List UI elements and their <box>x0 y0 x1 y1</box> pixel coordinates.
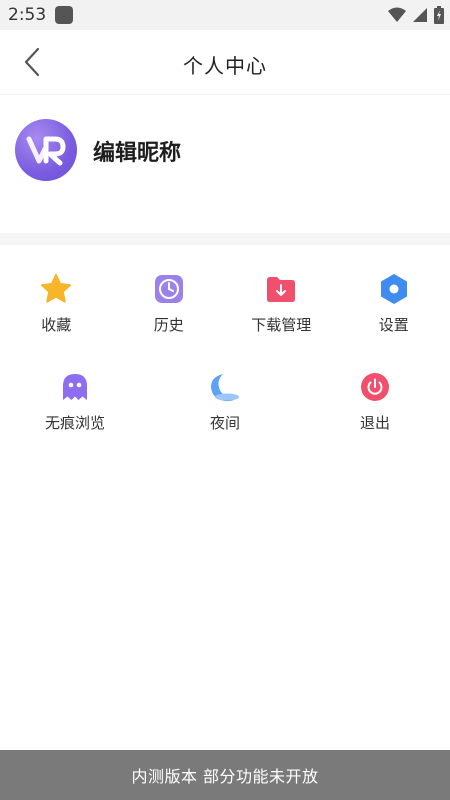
menu-item-settings[interactable]: 设置 <box>338 272 450 335</box>
power-icon <box>358 370 392 404</box>
menu-label: 无痕浏览 <box>44 414 105 432</box>
status-time: 2:53 <box>8 5 47 25</box>
page-title: 个人中心 <box>183 54 267 78</box>
moon-icon <box>208 370 242 404</box>
notification-app-icon <box>55 6 73 24</box>
edit-nickname[interactable]: 编辑昵称 <box>93 135 181 167</box>
menu-item-incognito[interactable]: 无痕浏览 <box>0 370 150 433</box>
menu-item-logout[interactable]: 退出 <box>300 370 450 433</box>
signal-icon <box>413 8 427 22</box>
toast-text: 内测版本 部分功能未开放 <box>131 767 319 786</box>
status-icons <box>388 6 444 24</box>
avatar[interactable] <box>15 119 77 181</box>
wifi-icon <box>388 7 406 22</box>
profile-section: 编辑昵称 <box>0 95 450 233</box>
menu-label: 夜间 <box>209 414 240 432</box>
beta-notice-toast: 内测版本 部分功能未开放 <box>0 750 450 800</box>
download-folder-icon <box>264 272 298 306</box>
menu-item-history[interactable]: 历史 <box>113 272 226 335</box>
ghost-icon <box>58 370 92 404</box>
menu-label: 收藏 <box>41 316 72 334</box>
battery-icon <box>434 6 444 24</box>
menu-row-2: 无痕浏览 夜间 退出 <box>0 370 450 433</box>
star-icon <box>39 272 73 306</box>
clock-icon <box>152 272 186 306</box>
menu-label: 退出 <box>359 414 390 432</box>
menu-label: 下载管理 <box>251 316 312 334</box>
menu-item-night-mode[interactable]: 夜间 <box>150 370 300 433</box>
app-logo <box>26 136 66 166</box>
menu-label: 历史 <box>153 316 184 334</box>
section-divider <box>0 233 450 245</box>
settings-hexagon-icon <box>377 272 411 306</box>
status-bar: 2:53 <box>0 0 450 30</box>
menu-item-favorites[interactable]: 收藏 <box>0 272 113 335</box>
menu-label: 设置 <box>378 316 409 334</box>
header: 个人中心 <box>0 30 450 95</box>
menu-row-1: 收藏 历史 下载管理 设置 <box>0 272 450 335</box>
menu-item-downloads[interactable]: 下载管理 <box>225 272 338 335</box>
